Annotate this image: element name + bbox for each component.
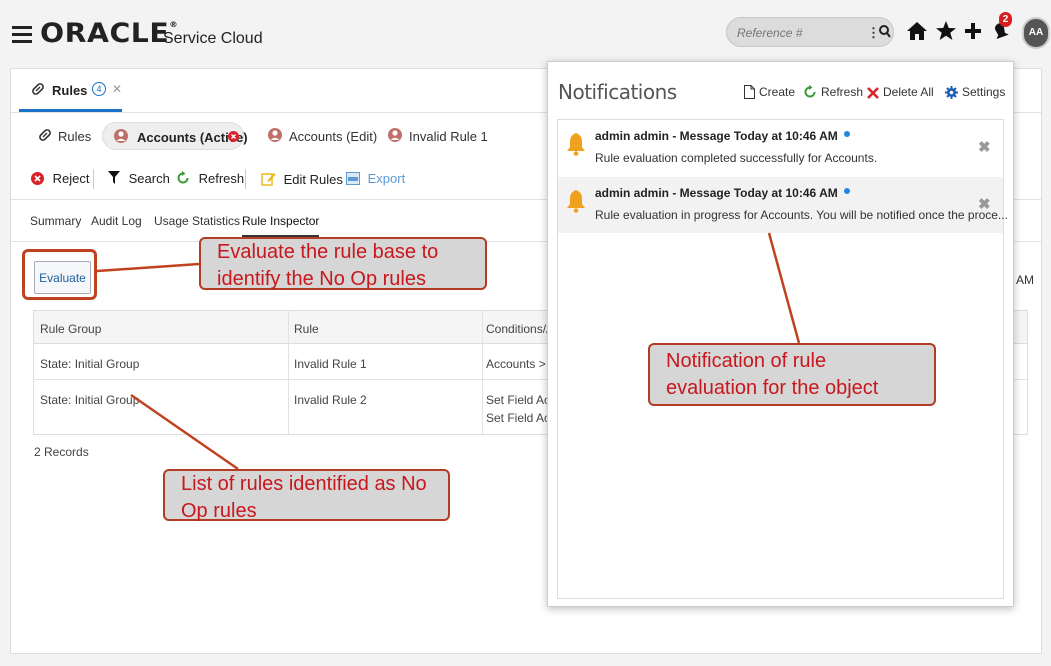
column-divider xyxy=(288,311,289,434)
column-divider xyxy=(482,311,483,434)
callout-notification: Notification of rule evaluation for the … xyxy=(648,343,936,406)
cell-rule: Invalid Rule 1 xyxy=(294,357,367,371)
tab-rule-inspector[interactable]: Rule Inspector xyxy=(242,214,320,237)
cell-rule-group: State: Initial Group xyxy=(40,357,140,371)
dismiss-icon[interactable]: ✖ xyxy=(978,195,991,213)
cell-rule-group: State: Initial Group xyxy=(40,393,140,407)
reject-button[interactable]: Reject xyxy=(31,171,89,186)
column-header-rule[interactable]: Rule xyxy=(294,322,319,336)
search-button[interactable]: Search xyxy=(108,171,170,186)
callout-evaluate: Evaluate the rule base to identify the N… xyxy=(199,237,487,290)
tab-rules-label: Rules xyxy=(52,83,88,98)
refresh-button[interactable]: Refresh xyxy=(176,171,244,186)
menu-icon[interactable] xyxy=(12,26,32,44)
add-icon[interactable] xyxy=(962,20,984,42)
app-header: ORACLE® Service Cloud ⋮ 2 AA xyxy=(0,0,1051,66)
search-icon[interactable] xyxy=(878,24,892,40)
notification-header: admin admin - Message Today at 10:46 AM xyxy=(595,129,850,143)
close-icon[interactable]: ✕ xyxy=(112,82,122,96)
subtab-accounts-active[interactable]: Accounts (Active) xyxy=(102,122,248,150)
evaluate-highlight xyxy=(22,249,97,300)
close-icon[interactable] xyxy=(228,131,239,142)
notification-count-badge: 2 xyxy=(999,12,1012,27)
star-icon[interactable] xyxy=(935,20,957,42)
rules-icon xyxy=(39,129,51,141)
document-icon xyxy=(744,85,755,99)
avatar[interactable]: AA xyxy=(1022,17,1050,49)
user-icon xyxy=(114,129,128,143)
notifications-title: Notifications xyxy=(558,80,677,104)
notification-body: Rule evaluation completed successfully f… xyxy=(595,151,878,165)
unread-indicator xyxy=(843,188,850,194)
subtab-rules[interactable]: Rules xyxy=(34,122,94,150)
export-button[interactable]: Export xyxy=(346,171,405,186)
home-icon[interactable] xyxy=(906,20,928,42)
tab-usage-statistics[interactable]: Usage Statistics xyxy=(154,214,240,228)
tab-summary[interactable]: Summary xyxy=(30,214,81,228)
cell-rule: Invalid Rule 2 xyxy=(294,393,367,407)
export-icon xyxy=(346,172,360,185)
user-icon xyxy=(268,128,282,142)
rules-icon xyxy=(32,83,44,95)
refresh-icon xyxy=(804,85,816,98)
toolbar-divider xyxy=(93,169,94,189)
user-icon xyxy=(388,128,402,142)
edit-icon xyxy=(261,173,276,186)
toolbar-divider xyxy=(245,169,246,189)
notifications-panel: Notifications Create Refresh Delete All … xyxy=(547,61,1014,607)
bell-icon xyxy=(567,133,585,156)
delete-all-button[interactable]: Delete All xyxy=(867,85,934,99)
gear-icon xyxy=(945,86,958,99)
product-name: Service Cloud xyxy=(163,30,263,47)
tab-rules-count: 4 xyxy=(92,82,106,96)
evaluated-time: AM xyxy=(1016,273,1034,287)
bell-icon xyxy=(567,190,585,213)
subtab-accounts-edit[interactable]: Accounts (Edit) xyxy=(265,122,377,150)
reference-input[interactable] xyxy=(737,24,857,42)
tab-audit-log[interactable]: Audit Log xyxy=(91,214,142,228)
oracle-logo: ORACLE® xyxy=(40,18,179,49)
create-button[interactable]: Create xyxy=(744,85,795,99)
notification-item[interactable]: admin admin - Message Today at 10:46 AM … xyxy=(558,120,1003,176)
subtab-invalid-rule-1[interactable]: Invalid Rule 1 xyxy=(387,122,488,150)
notification-body: Rule evaluation in progress for Accounts… xyxy=(595,208,1008,222)
tab-rules[interactable]: Rules 4 ✕ xyxy=(19,69,122,112)
notification-header: admin admin - Message Today at 10:46 AM xyxy=(595,186,850,200)
column-header-rule-group[interactable]: Rule Group xyxy=(40,322,101,336)
settings-button[interactable]: Settings xyxy=(945,85,1005,99)
refresh-notifications-button[interactable]: Refresh xyxy=(803,85,863,99)
filter-icon xyxy=(108,171,120,184)
callout-rules-list: List of rules identified as No Op rules xyxy=(163,469,450,522)
unread-indicator xyxy=(843,131,850,137)
reject-icon xyxy=(31,172,44,185)
refresh-icon xyxy=(177,171,189,184)
reference-search[interactable]: ⋮ xyxy=(726,17,894,47)
delete-icon xyxy=(867,87,879,99)
records-count: 2 Records xyxy=(34,445,89,459)
dismiss-icon[interactable]: ✖ xyxy=(978,138,991,156)
edit-rules-button[interactable]: Edit Rules xyxy=(261,171,343,187)
notification-item[interactable]: admin admin - Message Today at 10:46 AM … xyxy=(558,177,1008,233)
